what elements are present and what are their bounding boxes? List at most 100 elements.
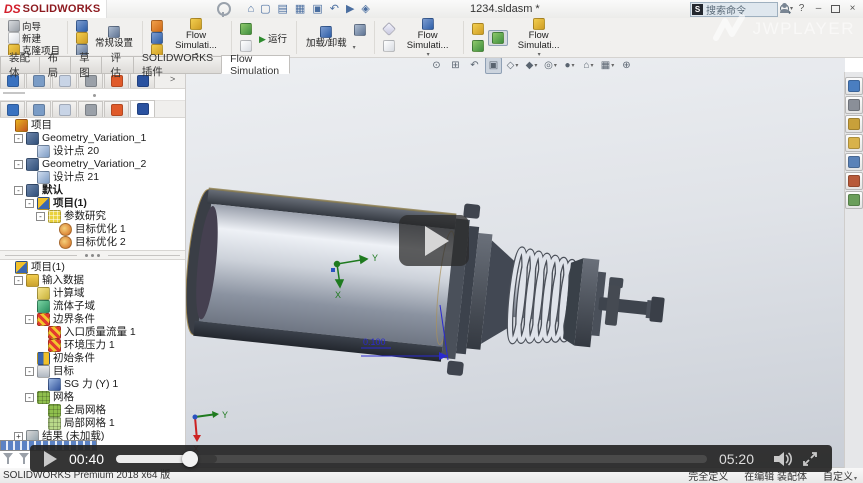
tab-layout[interactable]: 布局 <box>39 56 70 74</box>
model-3d: Y X 0.100 Y X <box>185 72 845 468</box>
svg-text:Y: Y <box>372 253 378 263</box>
new-project-button[interactable]: 新建 <box>4 32 62 43</box>
progress-rail[interactable] <box>116 455 707 463</box>
tree-item[interactable]: Geometry_Variation_2 <box>0 158 185 171</box>
display-toggle-button[interactable] <box>488 30 508 46</box>
wizard-button[interactable]: 向导 <box>4 20 62 31</box>
tree-item[interactable]: 初始条件 <box>0 352 185 365</box>
expand-toggle[interactable] <box>25 315 34 324</box>
tree-item[interactable]: 设计点 20 <box>0 145 185 158</box>
play-button[interactable] <box>44 451 57 467</box>
expand-toggle[interactable] <box>14 276 23 285</box>
tree-item[interactable]: 边界条件 <box>0 313 185 326</box>
expand-toggle[interactable] <box>25 393 34 402</box>
view-orientation-button[interactable]: ◇▾ <box>504 57 521 74</box>
goals-icon <box>37 365 50 378</box>
collapsed-pane-splitter[interactable] <box>0 89 185 101</box>
tree-item[interactable]: 流体子域 <box>0 300 185 313</box>
tree-splitter[interactable] <box>0 250 185 260</box>
dimxpert-manager-tab[interactable] <box>78 101 103 117</box>
custom-properties-tab[interactable] <box>845 191 863 209</box>
tree-item[interactable]: SG 力 (Y) 1 <box>0 378 185 391</box>
document-title: 1234.sldasm * <box>470 0 540 18</box>
options-button[interactable]: ◈ <box>359 2 372 17</box>
filter-icon[interactable] <box>3 453 13 459</box>
expand-toggle[interactable] <box>36 212 45 221</box>
video-play-overlay-button[interactable] <box>399 215 469 266</box>
flow-simulation-tab[interactable] <box>130 100 155 117</box>
edit-appearance-button[interactable]: ●▾ <box>561 57 578 74</box>
tab-assembly[interactable]: 装配体 <box>0 56 39 74</box>
expand-toggle[interactable] <box>25 367 34 376</box>
previous-view-button[interactable]: ↶▾ <box>466 57 483 74</box>
view-palette-tab[interactable] <box>845 153 863 171</box>
tree-item[interactable]: 环境压力 1 <box>0 339 185 352</box>
seek-knob[interactable] <box>182 451 198 467</box>
rotate-view-button[interactable]: ⊕▾ <box>618 57 635 74</box>
fs-project-icon <box>37 197 50 210</box>
run-button[interactable]: ▶运行 <box>255 20 291 55</box>
solidworks-resources-tab[interactable] <box>845 96 863 114</box>
flow-simulation-results-button[interactable]: Flow Simulati...▾ <box>398 20 458 55</box>
tree-item[interactable]: 设计点 21 <box>0 171 185 184</box>
task-pane-icon <box>848 156 860 168</box>
design-library-tab[interactable] <box>845 115 863 133</box>
open-document-button[interactable]: ▤ <box>276 2 291 17</box>
apply-scene-button[interactable]: ⌂▾ <box>580 57 597 74</box>
save-button[interactable]: ▦ <box>293 2 308 17</box>
tree-item[interactable]: 项目(1) <box>0 261 185 274</box>
tab-sketch[interactable]: 草图 <box>70 56 101 74</box>
hide-show-items-button[interactable]: ◎▾ <box>542 57 559 74</box>
new-document-button[interactable]: ▢ <box>258 2 273 17</box>
tree-item[interactable]: 目标优化 2 <box>0 236 185 249</box>
configuration-manager-tab[interactable] <box>52 101 77 117</box>
graphics-viewport[interactable]: ⊙▾⊞▾↶▾▣▾◇▾◆▾◎▾●▾⌂▾▦▾⊕▾ <box>185 55 845 468</box>
tree-item[interactable]: 默认 <box>0 184 185 197</box>
tab-addins[interactable]: SOLIDWORKS 插件 <box>133 56 221 74</box>
display-manager-tab[interactable] <box>104 101 129 117</box>
property-manager-tab[interactable] <box>26 101 51 117</box>
tree-item[interactable]: 项目 <box>0 119 185 132</box>
tree-item[interactable]: Geometry_Variation_1 <box>0 132 185 145</box>
batch-run-icon <box>240 23 252 35</box>
file-explorer-tab[interactable] <box>845 134 863 152</box>
variation-icon <box>26 158 39 171</box>
section-view-button[interactable]: ▣▾ <box>485 57 502 74</box>
expand-toggle[interactable] <box>25 199 34 208</box>
expand-toggle[interactable] <box>14 186 23 195</box>
expand-toggle[interactable] <box>14 160 23 169</box>
view-settings-button[interactable]: ▦▾ <box>599 57 616 74</box>
pin-icon[interactable] <box>217 2 231 16</box>
tree-item[interactable]: 参数研究 <box>0 210 185 223</box>
tree-item[interactable]: 入口质量流量 1 <box>0 326 185 339</box>
print-button[interactable]: ▣ <box>310 2 325 17</box>
load-unload-results-button[interactable]: 加载/卸载 <box>302 20 351 55</box>
tab-flow-simulation[interactable]: Flow Simulation <box>221 55 290 74</box>
heads-up-view-toolbar: ⊙▾⊞▾↶▾▣▾◇▾◆▾◎▾●▾⌂▾▦▾⊕▾ <box>428 57 635 74</box>
flow-features-icon <box>190 18 202 30</box>
expand-toggle[interactable] <box>14 134 23 143</box>
tree-item[interactable]: 局部网格 1 <box>0 417 185 430</box>
zoom-to-area-button[interactable]: ⊞▾ <box>447 57 464 74</box>
flow-simulation-display-button[interactable]: Flow Simulati...▾ <box>509 20 569 55</box>
tree-item[interactable]: 网格 <box>0 391 185 404</box>
volume-button[interactable] <box>772 451 794 467</box>
zoom-to-fit-button[interactable]: ⊙▾ <box>428 57 445 74</box>
chevron-down-icon: ▾ <box>554 62 557 69</box>
filter-icon[interactable] <box>19 453 29 459</box>
appearances-scenes-tab[interactable] <box>845 172 863 190</box>
tab-evaluate[interactable]: 评估 <box>101 56 132 74</box>
select-button[interactable]: ▶ <box>344 2 357 17</box>
tree-item[interactable]: 全局网格 <box>0 404 185 417</box>
tree-item[interactable]: 计算域 <box>0 287 185 300</box>
display-style-button[interactable]: ◆▾ <box>523 57 540 74</box>
flow-simulation-features-button[interactable]: Flow Simulati...▾ <box>166 20 226 55</box>
tree-item[interactable]: 目标 <box>0 365 185 378</box>
tree-item[interactable]: 项目(1) <box>0 197 185 210</box>
tree-item[interactable]: 目标优化 1 <box>0 223 185 236</box>
tree-item[interactable]: 输入数据 <box>0 274 185 287</box>
feature-manager-tab[interactable] <box>0 101 25 117</box>
undo-button[interactable]: ↶ <box>328 2 342 17</box>
home-button[interactable]: ⌂ <box>245 2 256 17</box>
fullscreen-button[interactable] <box>802 451 818 467</box>
